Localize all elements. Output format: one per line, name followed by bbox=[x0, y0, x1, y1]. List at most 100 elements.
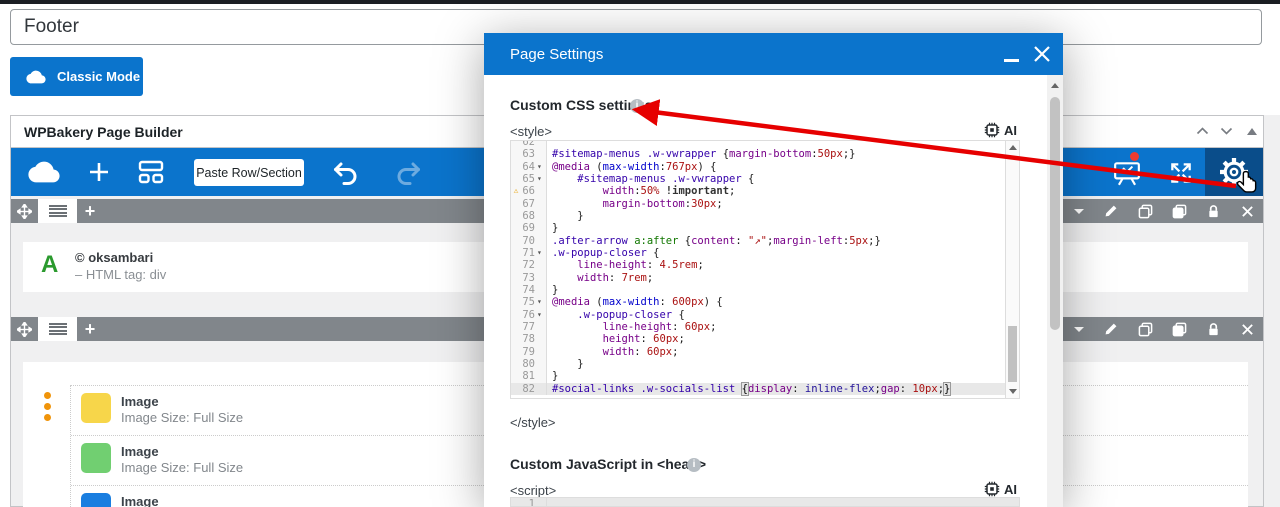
line-number: 81 bbox=[522, 370, 535, 383]
code-line: 68 } bbox=[511, 209, 1005, 223]
line-number: 73 bbox=[522, 271, 535, 284]
column-drag-handle[interactable] bbox=[44, 392, 52, 425]
info-icon[interactable]: i bbox=[687, 458, 701, 472]
row-copy-button[interactable] bbox=[1169, 317, 1189, 341]
code-text: } bbox=[552, 370, 559, 383]
image-thumbnail bbox=[81, 393, 111, 423]
lock-icon bbox=[1208, 204, 1218, 217]
warning-icon: ⚠ bbox=[513, 186, 519, 196]
line-number: 69 bbox=[522, 222, 535, 235]
css-editor-lines: 62 63 #sitemap-menus .w-vwrapper {margin-b… bbox=[511, 140, 1005, 396]
js-code-editor[interactable]: 1 bbox=[510, 497, 1020, 507]
modal-scrollbar[interactable] bbox=[1047, 75, 1063, 507]
wpbakery-logo-button[interactable] bbox=[26, 159, 62, 185]
metabox-move-up-button[interactable] bbox=[1193, 124, 1211, 138]
row-clone-button[interactable] bbox=[1135, 317, 1155, 341]
templates-button[interactable] bbox=[137, 160, 165, 184]
row-lock-button[interactable] bbox=[1203, 199, 1223, 223]
row-drag-handle[interactable] bbox=[11, 317, 38, 341]
redo-button[interactable] bbox=[394, 158, 424, 188]
rows-lines-icon bbox=[48, 203, 67, 219]
row-delete-button[interactable] bbox=[1237, 317, 1257, 341]
fold-arrow-icon[interactable]: ▾ bbox=[537, 309, 546, 321]
ai-label: AI bbox=[1004, 122, 1017, 138]
lock-icon bbox=[1208, 322, 1218, 335]
fold-arrow-icon[interactable]: ▾ bbox=[537, 173, 546, 185]
info-icon[interactable]: i bbox=[630, 99, 644, 113]
scroll-up-arrow-icon[interactable] bbox=[1051, 83, 1059, 88]
fold-arrow-icon[interactable]: ▾ bbox=[537, 247, 546, 259]
code-line: 77 line-height: 60px; bbox=[511, 320, 1005, 334]
code-text: #sitemap-menus .w-vwrapper { bbox=[577, 172, 755, 185]
minimize-button[interactable] bbox=[1004, 59, 1019, 62]
code-line: 82 #social-links .w-socials-list {display… bbox=[511, 381, 1005, 396]
clone-icon bbox=[1138, 322, 1152, 336]
image-item-subtitle: Image Size: Full Size bbox=[121, 410, 244, 425]
scroll-up-arrow-icon[interactable] bbox=[1009, 145, 1017, 150]
ai-chip-icon bbox=[984, 122, 1000, 138]
plus-icon bbox=[90, 163, 108, 181]
row-add-element-button[interactable]: + bbox=[77, 317, 103, 341]
scrollbar-thumb[interactable] bbox=[1050, 97, 1060, 330]
code-line: 71 ▾ .w-popup-closer { bbox=[511, 246, 1005, 260]
close-button[interactable] bbox=[1032, 44, 1052, 64]
presentation-icon bbox=[1114, 162, 1140, 186]
code-line: 70 .after-arrow a:after {content: "↗";mar… bbox=[511, 234, 1005, 247]
classic-mode-button[interactable]: Classic Mode bbox=[10, 57, 143, 96]
code-line: 63 #sitemap-menus .w-vwrapper {margin-bot… bbox=[511, 148, 1005, 161]
line-number: 76 bbox=[522, 308, 535, 321]
x-icon bbox=[1241, 205, 1253, 217]
expand-arrows-icon bbox=[1171, 163, 1191, 183]
code-text: #social-links .w-socials-list {display: … bbox=[552, 381, 952, 396]
add-element-button[interactable] bbox=[87, 160, 111, 184]
code-text: line-height: 4.5rem; bbox=[577, 259, 704, 272]
line-number: 68 bbox=[522, 209, 535, 222]
scroll-down-arrow-icon[interactable] bbox=[1009, 389, 1017, 394]
line-number: 62 bbox=[522, 140, 535, 148]
css-code-editor[interactable]: 62 63 #sitemap-menus .w-vwrapper {margin-b… bbox=[510, 140, 1020, 399]
code-text: height: 60px; bbox=[602, 333, 685, 346]
line-number: 64 bbox=[522, 160, 535, 173]
row-edit-button[interactable] bbox=[1101, 317, 1121, 341]
code-line: ⚠ 66 width:50% !important; bbox=[511, 185, 1005, 198]
row-copy-button[interactable] bbox=[1169, 199, 1189, 223]
ai-generate-js-button[interactable]: AI bbox=[984, 481, 1017, 497]
element-type-icon: A bbox=[41, 251, 59, 278]
style-close-tag-label: </style> bbox=[510, 415, 556, 430]
fold-arrow-icon[interactable]: ▾ bbox=[537, 296, 546, 308]
undo-button[interactable] bbox=[330, 158, 360, 188]
caret-down-icon bbox=[1074, 208, 1084, 214]
row-drag-handle[interactable] bbox=[11, 199, 38, 223]
ai-generate-css-button[interactable]: AI bbox=[984, 122, 1017, 138]
row-more-dropdown[interactable] bbox=[1071, 317, 1087, 341]
frontend-editor-button[interactable] bbox=[1112, 158, 1142, 188]
cloud-icon bbox=[26, 70, 46, 83]
fullscreen-button[interactable] bbox=[1167, 159, 1195, 187]
copy-icon bbox=[1172, 322, 1186, 336]
row-edit-button[interactable] bbox=[1101, 199, 1121, 223]
metabox-toggle-button[interactable] bbox=[1243, 124, 1261, 138]
image-thumbnail bbox=[81, 493, 111, 507]
code-text: width:50% !important; bbox=[602, 185, 736, 198]
line-number: 71 bbox=[522, 246, 535, 259]
line-number: 67 bbox=[522, 197, 535, 210]
code-text: } bbox=[552, 209, 584, 222]
move-icon bbox=[17, 321, 32, 337]
fold-arrow-icon[interactable]: ▾ bbox=[537, 161, 546, 173]
row-more-dropdown[interactable] bbox=[1071, 199, 1087, 223]
row-toggle-button[interactable] bbox=[38, 199, 77, 223]
line-number: 70 bbox=[522, 234, 535, 247]
paste-row-section-button[interactable]: Paste Row/Section bbox=[194, 159, 304, 186]
scrollbar-thumb[interactable] bbox=[1008, 326, 1017, 382]
row-add-element-button[interactable]: + bbox=[77, 199, 103, 223]
element-subtitle: – HTML tag: div bbox=[75, 267, 167, 282]
custom-js-label: Custom JavaScript in <head> bbox=[510, 456, 707, 472]
row-clone-button[interactable] bbox=[1135, 199, 1155, 223]
row-delete-button[interactable] bbox=[1237, 199, 1257, 223]
row-lock-button[interactable] bbox=[1203, 317, 1223, 341]
editor-scrollbar[interactable] bbox=[1005, 141, 1019, 398]
line-number: 77 bbox=[522, 320, 535, 333]
row-toggle-button[interactable] bbox=[38, 317, 77, 341]
metabox-move-down-button[interactable] bbox=[1217, 124, 1235, 138]
